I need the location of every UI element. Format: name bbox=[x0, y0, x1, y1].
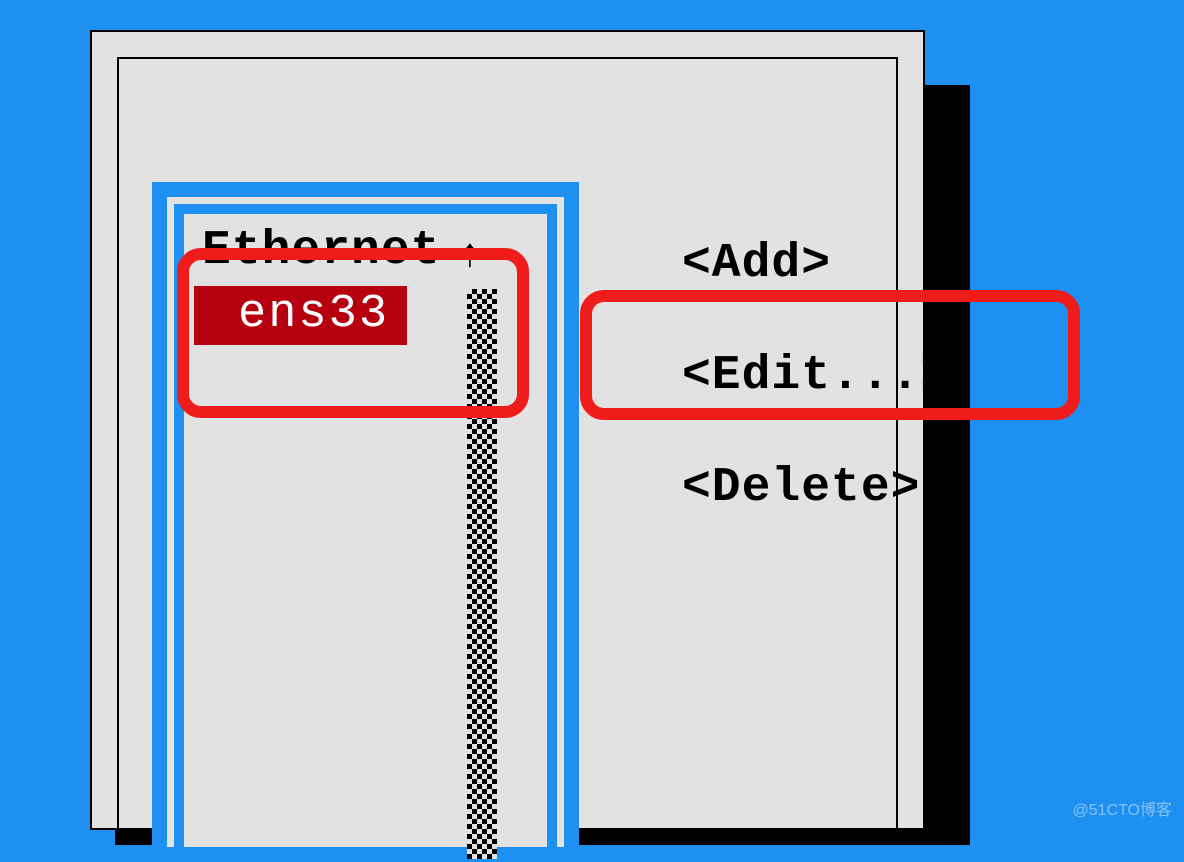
edit-button[interactable]: <Edit...> bbox=[682, 349, 950, 403]
action-buttons: <Add> <Edit...> <Delete> bbox=[682, 237, 950, 573]
connection-list-box: Ethernet ↑ ens33 bbox=[152, 182, 579, 862]
watermark-text: @51CTO博客 bbox=[1072, 796, 1172, 820]
list-header-ethernet: Ethernet bbox=[194, 224, 537, 278]
connection-list-inner: Ethernet ↑ ens33 bbox=[174, 204, 557, 847]
connection-list-content: Ethernet ↑ ens33 bbox=[194, 224, 537, 847]
connection-item-ens33[interactable]: ens33 bbox=[194, 286, 407, 345]
add-button[interactable]: <Add> bbox=[682, 237, 950, 291]
nmtui-dialog: Ethernet ↑ ens33 <Add> <Edit...> <Delete… bbox=[90, 30, 925, 830]
list-scrollbar[interactable] bbox=[467, 289, 497, 859]
delete-button[interactable]: <Delete> bbox=[682, 461, 950, 515]
scroll-up-arrow-icon[interactable]: ↑ bbox=[458, 234, 482, 279]
